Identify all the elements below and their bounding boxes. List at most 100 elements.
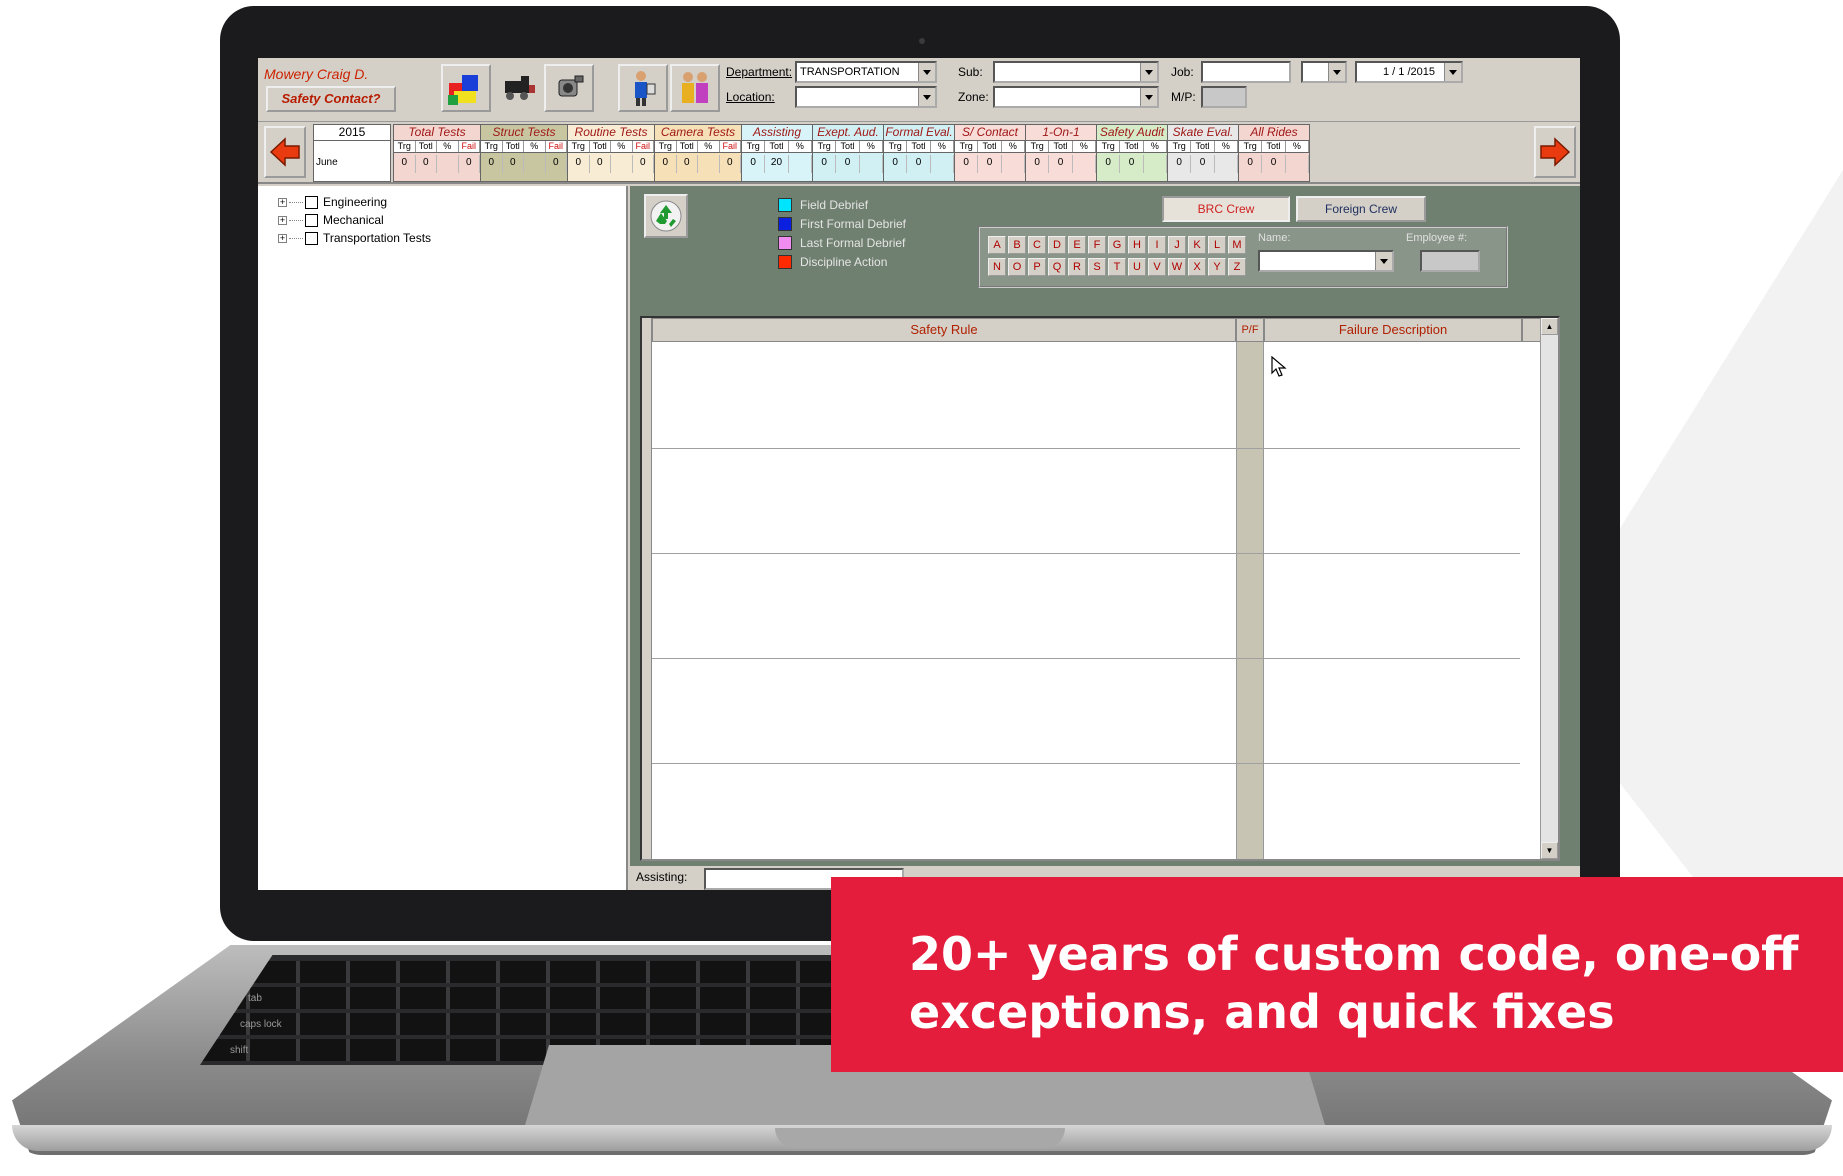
tree-item-transportation-tests[interactable]: + Transportation Tests — [278, 230, 431, 246]
tree-item-engineering[interactable]: + Engineering — [278, 194, 387, 210]
stat-subheader: Totl — [836, 141, 860, 152]
scroll-up-icon[interactable]: ▲ — [1541, 318, 1558, 335]
letter-button[interactable]: Y — [1208, 258, 1226, 276]
inspector-icon-button[interactable] — [618, 64, 668, 112]
locomotive-icon-button[interactable] — [494, 64, 544, 112]
scroll-down-icon[interactable]: ▼ — [1541, 842, 1558, 859]
stat-values: 00 — [955, 155, 1025, 173]
letter-button[interactable]: O — [1008, 258, 1026, 276]
checkbox[interactable] — [305, 213, 318, 227]
chevron-down-icon[interactable] — [1328, 63, 1345, 81]
user-name: Mowery Craig D. — [264, 66, 369, 82]
letter-button[interactable]: R — [1068, 258, 1086, 276]
crew-icon-button[interactable] — [670, 64, 720, 112]
table-row[interactable] — [652, 658, 1520, 659]
chevron-down-icon[interactable] — [1140, 63, 1157, 81]
stat-subheader: Totl — [978, 141, 1002, 152]
refresh-button[interactable] — [644, 194, 688, 238]
foreign-crew-button[interactable]: Foreign Crew — [1296, 196, 1426, 222]
stat-column-title: Total Tests — [394, 125, 480, 141]
checkbox[interactable] — [305, 195, 318, 209]
letter-button[interactable]: S — [1088, 258, 1106, 276]
legend-item: Field Debrief — [778, 198, 868, 212]
checkbox[interactable] — [305, 231, 318, 245]
letter-button[interactable]: Z — [1228, 258, 1246, 276]
swatch — [778, 217, 792, 231]
letter-button[interactable]: N — [988, 258, 1006, 276]
table-scrollbar[interactable]: ▲ ▼ — [1540, 318, 1558, 859]
employee-number-field[interactable] — [1420, 250, 1480, 272]
letter-button[interactable]: X — [1188, 258, 1206, 276]
letter-button[interactable]: U — [1128, 258, 1146, 276]
letter-button[interactable]: F — [1088, 236, 1106, 254]
expand-icon[interactable]: + — [278, 233, 287, 243]
stat-value: 0 — [677, 155, 698, 173]
letter-button[interactable]: E — [1068, 236, 1086, 254]
tree-item-label: Mechanical — [323, 213, 384, 227]
recycle-icon — [650, 200, 682, 232]
inspector-icon — [635, 71, 656, 106]
letter-button[interactable]: A — [988, 236, 1006, 254]
job-input[interactable] — [1201, 61, 1291, 83]
month-value: June — [316, 157, 338, 168]
stat-value: 0 — [633, 155, 654, 173]
table-row[interactable] — [652, 553, 1520, 554]
table-row[interactable] — [652, 448, 1520, 449]
stat-value — [1286, 155, 1309, 173]
stat-values: 000 — [655, 155, 741, 173]
letter-button[interactable]: T — [1108, 258, 1126, 276]
stat-column: 1-On-1 Trg Totl% 0 0 — [1025, 124, 1097, 182]
chevron-down-icon[interactable] — [1140, 88, 1157, 106]
letter-button[interactable]: W — [1168, 258, 1186, 276]
date-select[interactable]: 1 / 1 /2015 — [1355, 61, 1463, 83]
department-select[interactable]: TRANSPORTATION — [795, 61, 937, 83]
stat-values: 00 — [1168, 155, 1238, 173]
chevron-down-icon[interactable] — [1375, 252, 1392, 270]
letter-button[interactable]: J — [1168, 236, 1186, 254]
letter-button[interactable]: L — [1208, 236, 1226, 254]
col-pf[interactable]: P/F — [1236, 318, 1264, 342]
letter-button[interactable]: C — [1028, 236, 1046, 254]
letter-button[interactable]: V — [1148, 258, 1166, 276]
letter-button[interactable]: G — [1108, 236, 1126, 254]
letter-button[interactable]: Q — [1048, 258, 1066, 276]
period-select[interactable] — [1301, 61, 1347, 83]
stat-value: 0 — [1191, 155, 1215, 173]
detail-panel: Field Debrief First Formal Debrief Last … — [630, 186, 1580, 890]
safety-contact-button[interactable]: Safety Contact? — [266, 86, 396, 112]
zone-select[interactable] — [993, 86, 1159, 108]
letter-button[interactable]: B — [1008, 236, 1026, 254]
stat-column: Skate Eval. Trg Totl% 0 0 — [1167, 124, 1239, 182]
camera-icon-button[interactable] — [544, 64, 594, 112]
col-failure-description[interactable]: Failure Description — [1264, 318, 1522, 342]
letter-button[interactable]: I — [1148, 236, 1166, 254]
name-select[interactable] — [1258, 250, 1394, 272]
expand-icon[interactable]: + — [278, 197, 287, 207]
stat-column-title: Skate Eval. — [1168, 125, 1238, 141]
callout-banner: 20+ years of custom code, one-off except… — [831, 877, 1843, 1072]
chevron-down-icon[interactable] — [918, 88, 935, 106]
location-select[interactable] — [795, 86, 937, 108]
tree-item-mechanical[interactable]: + Mechanical — [278, 212, 384, 228]
col-safety-rule[interactable]: Safety Rule — [652, 318, 1236, 342]
stat-column: Exept. Aud. Trg Totl% 0 0 — [812, 124, 884, 182]
stat-subheader: Trg — [1168, 141, 1192, 152]
blocks-icon-button[interactable] — [441, 64, 491, 112]
chevron-down-icon[interactable] — [918, 63, 935, 81]
sub-select[interactable] — [993, 61, 1159, 83]
letter-button[interactable]: M — [1228, 236, 1246, 254]
brc-crew-button[interactable]: BRC Crew — [1162, 196, 1290, 222]
prev-button[interactable] — [264, 126, 306, 178]
chevron-down-icon[interactable] — [1444, 63, 1461, 81]
next-button[interactable] — [1534, 126, 1576, 178]
letter-button[interactable]: P — [1028, 258, 1046, 276]
stat-value: 0 — [590, 155, 611, 173]
table-row[interactable] — [652, 763, 1520, 764]
letter-button[interactable]: H — [1128, 236, 1146, 254]
letter-button[interactable]: K — [1188, 236, 1206, 254]
arrow-left-icon — [269, 137, 300, 167]
legend-item: First Formal Debrief — [778, 217, 906, 231]
stat-subheader: Fail — [459, 141, 480, 152]
expand-icon[interactable]: + — [278, 215, 287, 225]
letter-button[interactable]: D — [1048, 236, 1066, 254]
